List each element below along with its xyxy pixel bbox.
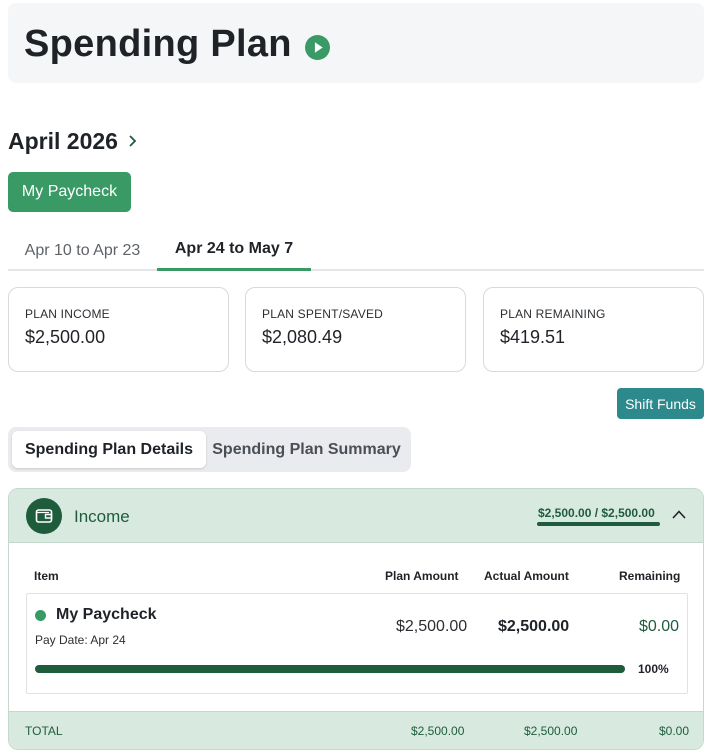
card-value: $2,080.49 [262,327,343,347]
pay-period-tabs: Apr 10 to Apr 23 Apr 24 to May 7 [8,230,704,271]
plan-spent-saved-card: PLAN SPENT/SAVED $2,080.49 [245,287,466,372]
table-row[interactable]: My Paycheck Pay Date: Apr 24 $2,500.00 $… [26,593,688,694]
row-pay-date: Pay Date: Apr 24 [35,633,126,647]
page-header: Spending Plan [8,3,704,83]
total-remaining-amount: $0.00 [659,724,690,738]
tab-apr-24-to-may-7[interactable]: Apr 24 to May 7 [157,230,311,271]
card-value: $2,500.00 [25,327,106,347]
column-header-remaining: Remaining [619,569,681,583]
row-progress-percent: 100% [638,662,669,676]
column-header-actual-amount: Actual Amount [484,569,569,583]
plan-income-card: PLAN INCOME $2,500.00 [8,287,229,372]
column-header-plan-amount: Plan Amount [385,569,459,583]
play-circle-icon[interactable] [305,35,330,60]
tab-apr-10-to-apr-23[interactable]: Apr 10 to Apr 23 [8,230,157,271]
view-segmented-control: Spending Plan Details Spending Plan Summ… [8,427,411,472]
row-actual-amount[interactable]: $2,500.00 [498,618,569,636]
income-panel-header[interactable]: Income $2,500.00 / $2,500.00 [9,489,703,543]
card-label: PLAN REMAINING [500,307,606,321]
row-plan-amount: $2,500.00 [396,618,468,635]
total-actual-amount: $2,500.00 [524,724,578,738]
total-row: TOTAL $2,500.00 $2,500.00 $0.00 [9,711,703,749]
income-summary-progress [537,522,660,526]
column-header-item: Item [34,569,59,583]
page-title: Spending Plan [24,23,292,65]
income-panel: Income $2,500.00 / $2,500.00 Item Plan A… [8,488,704,750]
card-label: PLAN INCOME [25,307,110,321]
wallet-icon [26,498,62,534]
card-value: $419.51 [500,327,566,347]
plan-remaining-card: PLAN REMAINING $419.51 [483,287,704,372]
month-title: April 2026 [8,127,118,154]
chevron-up-icon[interactable] [671,508,687,520]
income-summary: $2,500.00 / $2,500.00 [538,506,655,520]
segment-spending-plan-summary[interactable]: Spending Plan Summary [206,431,407,468]
segment-spending-plan-details[interactable]: Spending Plan Details [12,431,206,468]
row-progress-fill [35,665,625,673]
chevron-right-icon[interactable] [128,134,138,148]
row-remaining-amount: $0.00 [639,618,680,635]
my-paycheck-button[interactable]: My Paycheck [8,172,131,212]
row-item-name: My Paycheck [56,606,157,623]
total-plan-amount: $2,500.00 [411,724,465,738]
status-dot [35,610,46,621]
income-title: Income [74,507,130,526]
month-selector[interactable]: April 2026 [8,126,138,156]
shift-funds-button[interactable]: Shift Funds [617,388,704,419]
total-label: TOTAL [25,724,63,738]
card-label: PLAN SPENT/SAVED [262,307,384,321]
row-progress-track [35,665,625,673]
